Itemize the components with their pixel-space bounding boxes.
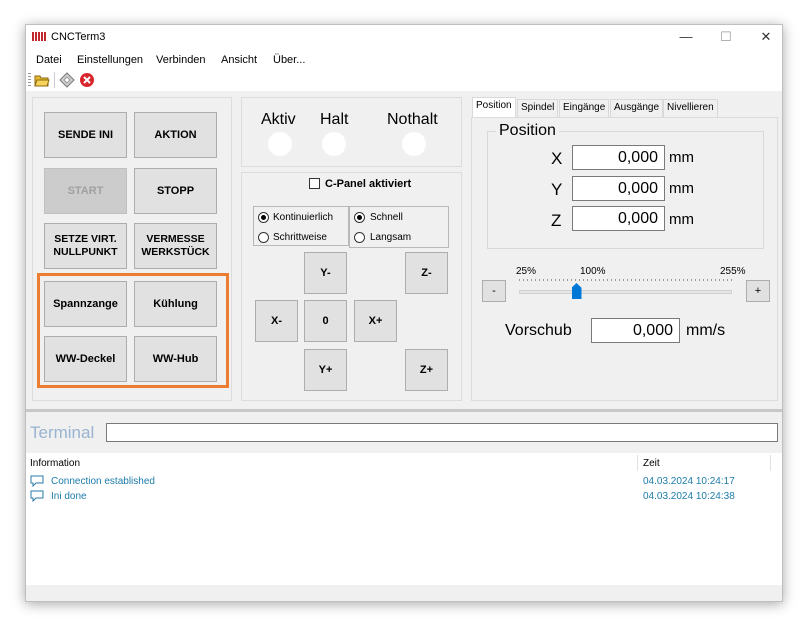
langsam-radio[interactable] (354, 232, 365, 243)
x-position-field: 0,000 (572, 145, 665, 170)
z-unit-label: mm (669, 211, 694, 228)
vorschub-field: 0,000 (591, 318, 680, 343)
menu-datei[interactable]: Datei (36, 54, 62, 66)
status-halt-indicator (322, 132, 346, 156)
status-nothalt-indicator (402, 132, 426, 156)
disconnect-icon[interactable] (79, 72, 95, 88)
override-plus-button[interactable]: + (746, 280, 770, 302)
log-list[interactable]: Information Zeit Connection established … (26, 453, 782, 585)
x-axis-label: X (551, 149, 563, 168)
menu-einstellungen[interactable]: Einstellungen (77, 54, 143, 66)
menu-ansicht[interactable]: Ansicht (221, 54, 257, 66)
log-time: 04.03.2024 10:24:17 (643, 476, 735, 487)
tab-ausgaenge[interactable]: Ausgänge (610, 99, 664, 117)
position-title: Position (496, 122, 559, 140)
schrittweise-label: Schrittweise (273, 232, 327, 243)
vermesse-werkstueck-button[interactable]: VERMESSE WERKSTÜCK (134, 223, 217, 269)
jog-x-minus-button[interactable]: X- (255, 300, 298, 342)
splitter[interactable] (26, 409, 782, 412)
c-panel-checkbox[interactable] (309, 178, 320, 189)
override-mid-label: 100% (580, 266, 606, 277)
window-title: CNCTerm3 (51, 31, 106, 43)
setze-virt-nullpunkt-button[interactable]: SETZE VIRT. NULLPUNKT (44, 223, 127, 269)
start-button[interactable]: START (44, 168, 127, 214)
y-unit-label: mm (669, 180, 694, 197)
status-aktiv-indicator (268, 132, 292, 156)
log-time: 04.03.2024 10:24:38 (643, 491, 735, 502)
y-position-field: 0,000 (572, 176, 665, 201)
terminal-input[interactable] (106, 423, 778, 442)
langsam-label: Langsam (370, 232, 412, 243)
tab-spindel[interactable]: Spindel (517, 99, 559, 117)
vorschub-unit-label: mm/s (686, 322, 726, 339)
override-minus-button[interactable]: - (482, 280, 506, 302)
y-axis-label: Y (551, 180, 563, 199)
toolbar-grip (28, 73, 31, 87)
status-bar (26, 585, 782, 601)
log-col-zeit[interactable]: Zeit (643, 458, 660, 469)
override-slider-track[interactable] (519, 290, 732, 294)
title-bar: CNCTerm3 — ☐ ✕ (26, 25, 782, 51)
jog-y-minus-button[interactable]: Y- (304, 252, 347, 294)
schnell-radio[interactable] (354, 212, 365, 223)
kontinuierlich-label: Kontinuierlich (273, 212, 334, 223)
log-col-information[interactable]: Information (30, 458, 80, 469)
connect-icon[interactable] (59, 72, 75, 88)
log-message: Ini done (51, 491, 87, 502)
menu-bar: Datei Einstellungen Verbinden Ansicht Üb… (26, 51, 782, 69)
aktion-button[interactable]: AKTION (134, 112, 217, 158)
open-folder-icon[interactable] (34, 72, 50, 88)
status-halt-label: Halt (320, 111, 349, 128)
status-nothalt-label: Nothalt (387, 111, 438, 128)
sende-ini-button[interactable]: SENDE INI (44, 112, 127, 158)
schnell-label: Schnell (370, 212, 403, 223)
x-unit-label: mm (669, 149, 694, 166)
terminal-label: Terminal (30, 423, 95, 442)
stopp-button[interactable]: STOPP (134, 168, 217, 214)
tab-position[interactable]: Position (472, 97, 516, 117)
tab-nivellieren[interactable]: Nivellieren (663, 99, 718, 117)
maximize-button[interactable]: ☐ (707, 27, 745, 47)
override-max-label: 255% (720, 266, 746, 277)
vorschub-label: Vorschub (505, 322, 572, 339)
override-slider-ticks (519, 279, 732, 281)
log-message: Connection established (51, 476, 155, 487)
jog-z-minus-button[interactable]: Z- (405, 252, 448, 294)
status-panel (241, 97, 462, 167)
c-panel-label: C-Panel aktiviert (325, 178, 412, 190)
close-button[interactable]: ✕ (747, 27, 782, 47)
menu-verbinden[interactable]: Verbinden (156, 54, 206, 66)
jog-x-plus-button[interactable]: X+ (354, 300, 397, 342)
toolbar (26, 69, 782, 91)
jog-z-plus-button[interactable]: Z+ (405, 349, 448, 391)
z-axis-label: Z (551, 211, 562, 230)
jog-y-plus-button[interactable]: Y+ (304, 349, 347, 391)
app-logo-icon (32, 32, 46, 41)
message-icon (30, 490, 44, 502)
kontinuierlich-radio[interactable] (258, 212, 269, 223)
jog-zero-button[interactable]: 0 (304, 300, 347, 342)
override-min-label: 25% (516, 266, 537, 277)
z-position-field: 0,000 (572, 206, 665, 231)
schrittweise-radio[interactable] (258, 232, 269, 243)
minimize-button[interactable]: — (667, 27, 705, 47)
main-window: CNCTerm3 — ☐ ✕ Datei Einstellungen Verbi… (25, 24, 783, 602)
menu-ueber[interactable]: Über... (273, 54, 305, 66)
message-icon (30, 475, 44, 487)
highlight-box (37, 273, 229, 388)
tab-eingaenge[interactable]: Eingänge (559, 99, 610, 117)
status-aktiv-label: Aktiv (261, 111, 296, 128)
